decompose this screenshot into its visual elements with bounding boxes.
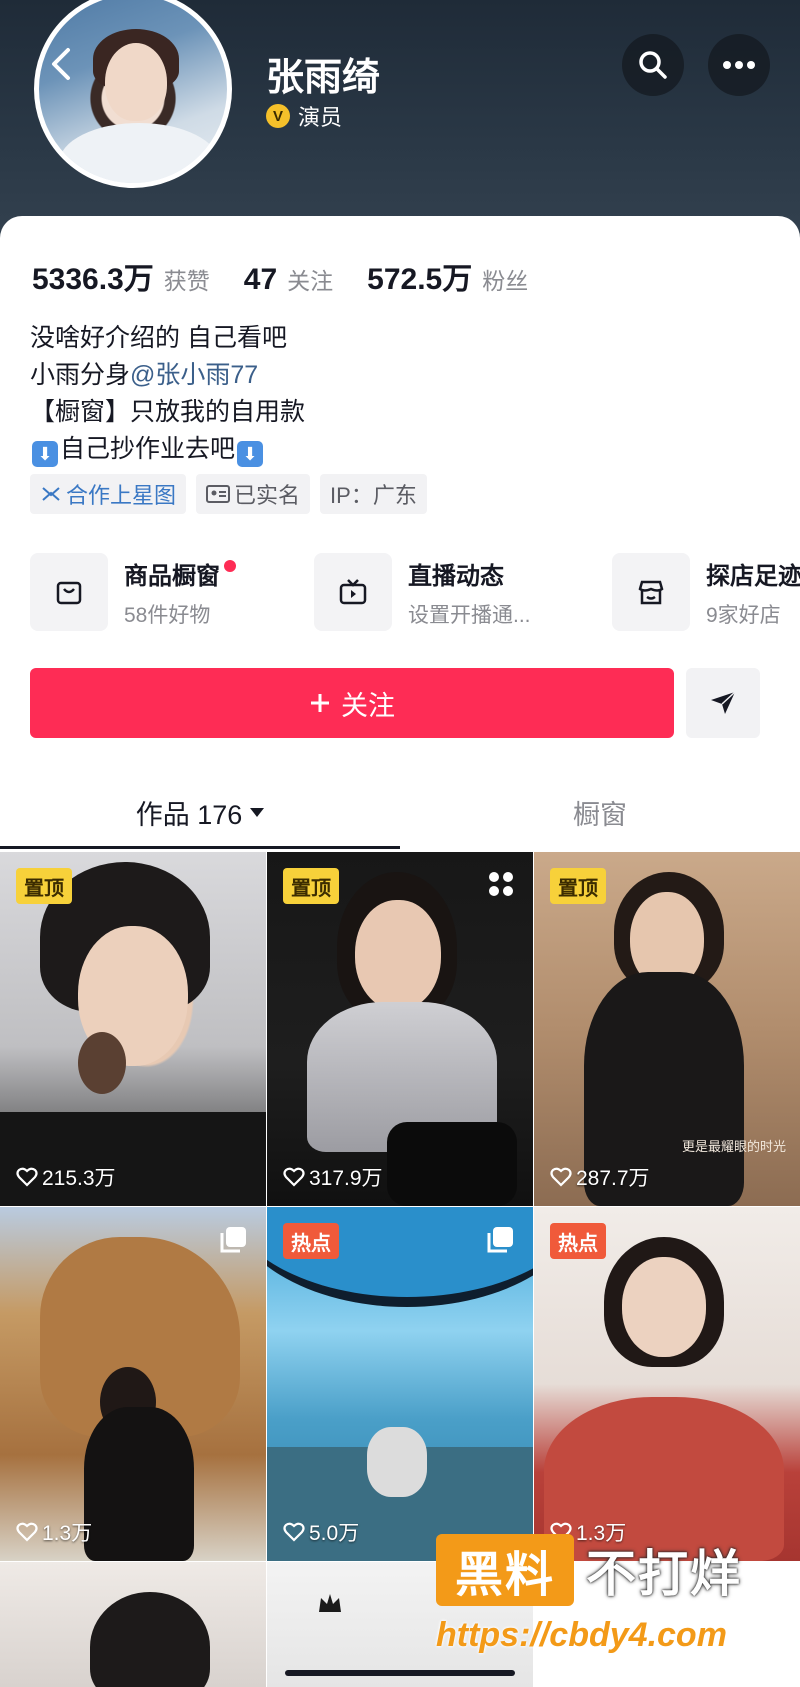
feature-row: 商品橱窗 58件好物 直播动态 设置开播通... 探店足迹 9家好店	[30, 552, 800, 632]
gallery-icon	[487, 1227, 513, 1253]
video-likes: 287.7万	[550, 1162, 650, 1192]
down-arrow-icon: ⬇	[237, 441, 264, 467]
back-button[interactable]	[44, 44, 84, 88]
watermark: 黑料 不打烊 https://cbdy4.com	[436, 1534, 788, 1670]
video-caption: 更是最耀眼的时光	[681, 1140, 786, 1155]
content-tabs: 作品 176 橱窗	[0, 776, 800, 848]
video-tile[interactable]: 1.3万	[0, 1207, 266, 1561]
shopping-bag-icon	[56, 581, 82, 605]
watermark-box: 黑料	[436, 1534, 574, 1606]
tag-star-chart[interactable]: 合作上星图	[30, 474, 187, 514]
feature-live[interactable]: 直播动态 设置开播通...	[314, 552, 531, 632]
share-button[interactable]	[686, 668, 760, 738]
gallery-grid-icon	[489, 872, 513, 896]
share-arrow-icon	[711, 691, 736, 714]
chevron-left-icon	[52, 48, 70, 80]
feature-store-visits[interactable]: 探店足迹 9家好店	[612, 552, 800, 632]
bio-line-3: 【橱窗】只放我的自用款	[30, 398, 306, 426]
video-tile[interactable]: 置顶 215.3万	[0, 852, 266, 1206]
tab-shop-window[interactable]: 橱窗	[400, 776, 800, 848]
video-likes: 1.3万	[16, 1517, 92, 1547]
watermark-url: https://cbdy4.com	[436, 1616, 727, 1654]
bio-line-4: ⬇ 自己抄作业去吧 ⬇	[30, 431, 305, 468]
tv-icon	[339, 579, 367, 605]
followers-count[interactable]: 572.5万	[367, 254, 472, 298]
hot-badge: 热点	[550, 1223, 606, 1259]
verified-row: V 演员	[266, 100, 342, 132]
tag-row: 合作上星图 已实名 IP：广东	[30, 474, 427, 514]
id-card-icon	[206, 485, 231, 503]
profile-name: 张雨绮	[266, 57, 381, 99]
hot-badge: 热点	[283, 1223, 339, 1259]
stats-row: 5336.3万 获赞 47 关注 572.5万 粉丝	[32, 254, 562, 298]
heart-icon	[16, 1167, 38, 1187]
storefront-icon	[638, 580, 664, 605]
down-arrow-icon: ⬇	[32, 441, 58, 467]
video-tile[interactable]: 热点 5.0万	[267, 1207, 533, 1561]
bio: 没啥好介绍的 自己看吧 小雨分身@张小雨77 【橱窗】只放我的自用款 ⬇ 自己抄作…	[30, 320, 305, 468]
profile-header: 张雨绮 V 演员	[0, 0, 800, 240]
following-count[interactable]: 47	[244, 263, 277, 297]
bio-line-2: 小雨分身@张小雨77	[30, 361, 259, 389]
heart-icon	[283, 1522, 305, 1542]
likes-count[interactable]: 5336.3万	[32, 254, 154, 298]
verified-label: 演员	[298, 105, 343, 130]
video-likes: 215.3万	[16, 1162, 116, 1192]
tag-ip-location: IP：广东	[320, 474, 427, 514]
v-badge-icon: V	[266, 104, 290, 128]
watermark-text: 不打烊	[586, 1546, 742, 1602]
pinned-badge: 置顶	[16, 868, 72, 904]
tag-verified-name[interactable]: 已实名	[196, 474, 311, 514]
heart-icon	[16, 1522, 38, 1542]
following-label: 关注	[287, 268, 334, 294]
search-button[interactable]	[622, 34, 684, 96]
followers-label: 粉丝	[482, 268, 529, 294]
notification-dot	[224, 559, 236, 572]
video-tile[interactable]: 置顶 317.9万	[267, 852, 533, 1206]
pinned-badge: 置顶	[550, 868, 606, 904]
bio-line-1: 没啥好介绍的 自己看吧	[30, 324, 287, 352]
crown-icon	[319, 1594, 341, 1612]
more-button[interactable]	[708, 34, 770, 96]
search-icon	[639, 51, 667, 79]
video-likes: 317.9万	[283, 1162, 383, 1192]
likes-label: 获赞	[163, 268, 210, 294]
mention-link[interactable]: @张小雨77	[130, 361, 258, 389]
video-likes: 5.0万	[283, 1517, 359, 1547]
follow-button[interactable]: 关注	[30, 668, 674, 738]
video-tile[interactable]: 热点 1.3万	[534, 1207, 800, 1561]
gallery-icon	[220, 1227, 246, 1253]
caret-down-icon	[250, 807, 265, 817]
active-tab-indicator	[0, 846, 400, 849]
video-tile[interactable]	[0, 1562, 266, 1687]
star-chart-icon	[42, 487, 60, 501]
tab-works[interactable]: 作品 176	[0, 776, 400, 848]
home-indicator	[285, 1670, 515, 1676]
plus-icon	[311, 694, 329, 712]
pinned-badge: 置顶	[283, 868, 339, 904]
heart-icon	[550, 1167, 572, 1187]
avatar[interactable]	[34, 0, 232, 188]
heart-icon	[283, 1167, 305, 1187]
feature-shop-window[interactable]: 商品橱窗 58件好物	[30, 552, 236, 632]
video-tile[interactable]: 更是最耀眼的时光 置顶 287.7万	[534, 852, 800, 1206]
more-dots-icon	[723, 61, 755, 69]
